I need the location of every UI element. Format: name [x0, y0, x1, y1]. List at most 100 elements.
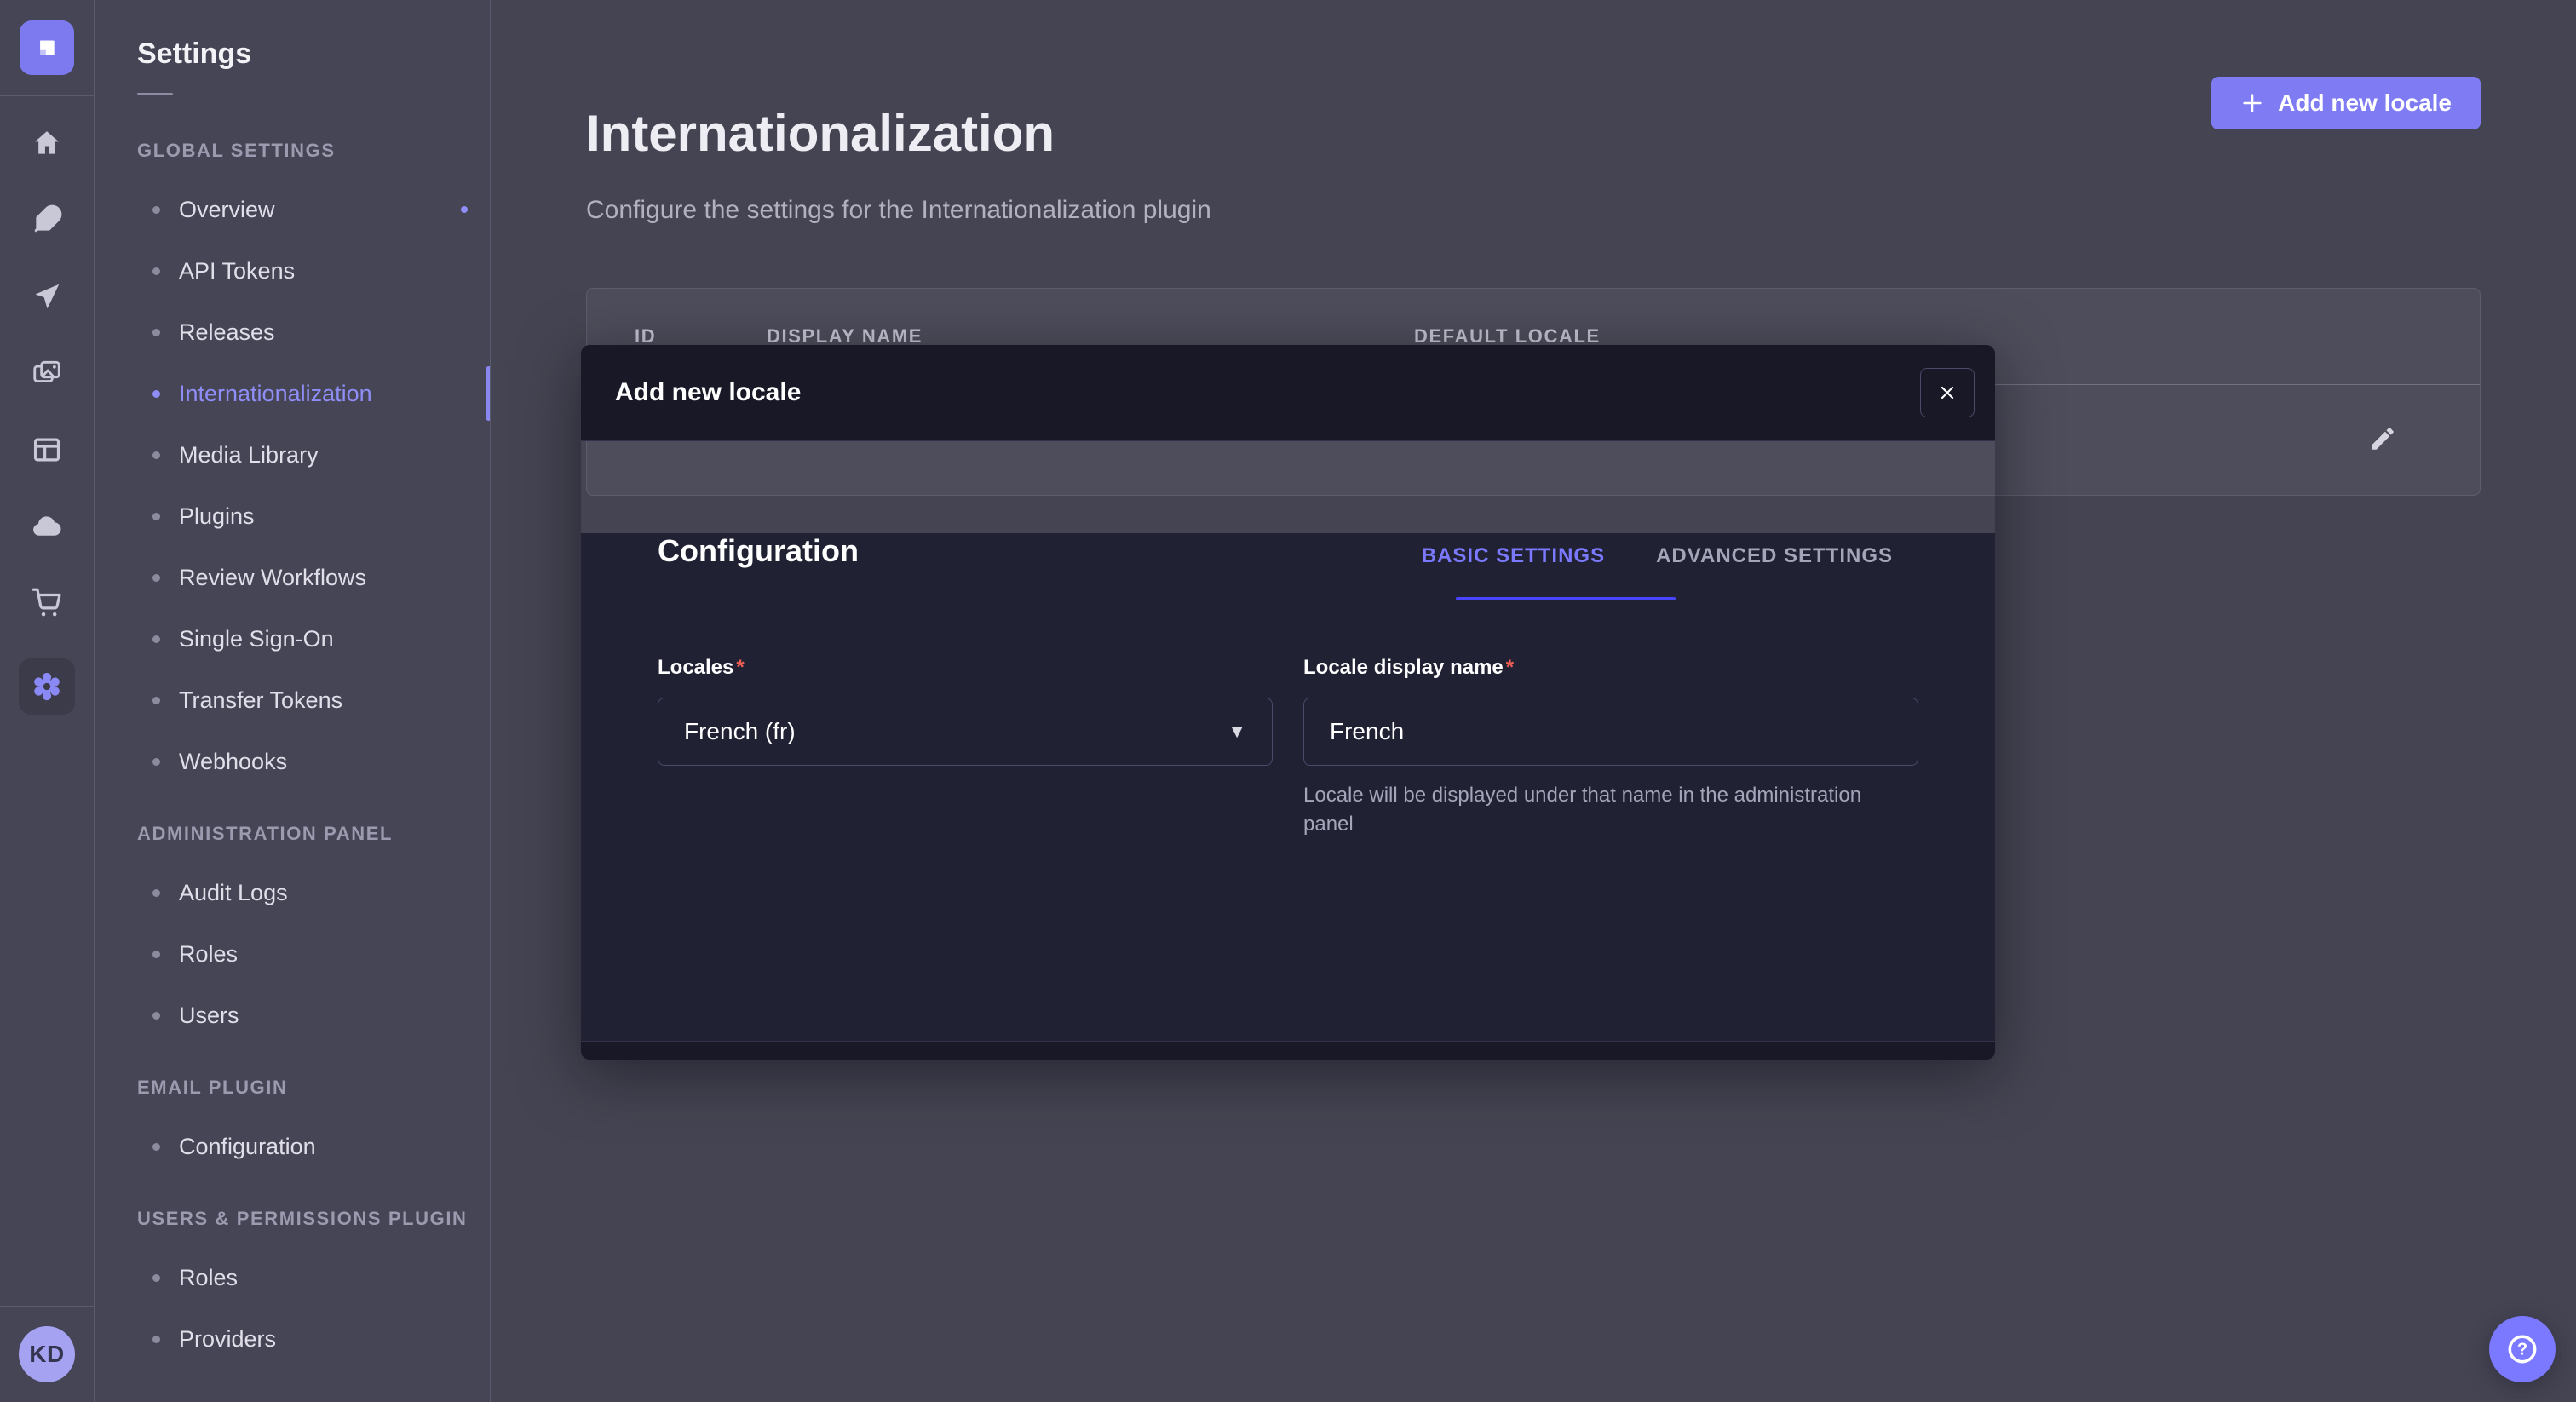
display-name-input-value: French [1330, 718, 1404, 745]
section-administration-panel: ADMINISTRATION PANEL [137, 823, 490, 845]
close-icon [1937, 382, 1958, 403]
sidebar-item-webhooks[interactable]: Webhooks [95, 731, 490, 792]
sidebar-item-label: Plugins [179, 503, 255, 530]
add-new-locale-button[interactable]: Add new locale [2211, 77, 2481, 129]
sidebar-item-label: Roles [179, 941, 238, 968]
tab-advanced-settings[interactable]: ADVANCED SETTINGS [1630, 543, 1918, 569]
sidebar-item-label: Webhooks [179, 749, 287, 775]
locales-select[interactable]: French (fr) ▼ [658, 698, 1273, 766]
required-asterisk: * [1506, 656, 1514, 679]
modal-footer: Cancel Save [581, 1041, 1995, 1060]
sidebar-item-label: Review Workflows [179, 565, 366, 591]
locales-select-value: French (fr) [684, 718, 796, 745]
sidebar-item-audit-logs[interactable]: Audit Logs [95, 862, 490, 923]
bullet-icon [152, 1143, 160, 1151]
pencil-icon [2368, 424, 2397, 453]
bullet-icon [152, 574, 160, 582]
bullet-icon [152, 206, 160, 214]
settings-tabs: BASIC SETTINGS ADVANCED SETTINGS [1396, 543, 1918, 569]
sidebar-item-api-tokens[interactable]: API Tokens [95, 240, 490, 302]
help-button[interactable]: ? [2489, 1316, 2556, 1382]
cloud-icon[interactable] [31, 510, 63, 543]
bullet-icon [152, 697, 160, 704]
add-new-locale-label: Add new locale [2278, 89, 2452, 117]
sidebar-title: Settings [137, 37, 490, 71]
modal-header: Add new locale [581, 345, 1995, 441]
question-mark-icon: ? [2504, 1331, 2540, 1367]
bullet-icon [152, 451, 160, 459]
bullet-icon [152, 889, 160, 897]
active-indicator-bar [486, 366, 490, 421]
sidebar-item-up-roles[interactable]: Roles [95, 1247, 490, 1308]
display-name-input[interactable]: French [1303, 698, 1918, 766]
gear-icon [30, 669, 64, 704]
bullet-icon [152, 951, 160, 958]
display-name-hint: Locale will be displayed under that name… [1303, 781, 1866, 839]
settings-sidebar: Settings GLOBAL SETTINGS Overview API To… [95, 0, 491, 1402]
marketplace-cart-icon[interactable] [31, 587, 63, 619]
configuration-section-title: Configuration [658, 533, 859, 569]
modal-close-button[interactable] [1920, 368, 1975, 417]
sidebar-item-label: Overview [179, 197, 275, 223]
section-email-plugin: EMAIL PLUGIN [137, 1077, 490, 1099]
svg-text:?: ? [2517, 1341, 2527, 1359]
sidebar-item-label: Media Library [179, 442, 319, 468]
sidebar-item-label: Users [179, 1003, 239, 1029]
main-nav-rail: KD [0, 0, 95, 1402]
sidebar-item-label: API Tokens [179, 258, 295, 284]
sidebar-item-plugins[interactable]: Plugins [95, 486, 490, 547]
bullet-icon [152, 513, 160, 520]
bullet-icon [152, 635, 160, 643]
workspace-logo-box[interactable] [0, 0, 94, 96]
bullet-icon [152, 1274, 160, 1282]
sidebar-title-underline [137, 93, 173, 95]
sidebar-item-admin-roles[interactable]: Roles [95, 923, 490, 985]
required-asterisk: * [736, 656, 744, 679]
display-name-field-label: Locale display name* [1303, 655, 1918, 681]
sidebar-item-transfer-tokens[interactable]: Transfer Tokens [95, 669, 490, 731]
sidebar-item-media-library[interactable]: Media Library [95, 424, 490, 486]
section-global-settings: GLOBAL SETTINGS [137, 140, 490, 162]
strapi-logo-icon [20, 20, 74, 75]
sidebar-item-providers[interactable]: Providers [95, 1308, 490, 1370]
bullet-icon [152, 1336, 160, 1343]
sidebar-item-single-sign-on[interactable]: Single Sign-On [95, 608, 490, 669]
deploy-send-icon[interactable] [31, 280, 63, 313]
bullet-icon [152, 329, 160, 336]
sidebar-item-label: Providers [179, 1326, 276, 1353]
rail-footer: KD [0, 1306, 94, 1402]
sidebar-item-label: Single Sign-On [179, 626, 334, 652]
sidebar-item-email-configuration[interactable]: Configuration [95, 1116, 490, 1177]
sidebar-item-internationalization[interactable]: Internationalization [95, 363, 490, 424]
sidebar-item-label: Audit Logs [179, 880, 288, 906]
sidebar-item-label: Releases [179, 319, 275, 346]
sidebar-item-label: Configuration [179, 1134, 316, 1160]
sidebar-item-users[interactable]: Users [95, 985, 490, 1046]
tab-basic-settings[interactable]: BASIC SETTINGS [1396, 543, 1630, 569]
notification-dot-icon [461, 206, 468, 213]
media-library-icon[interactable] [31, 357, 63, 389]
sidebar-item-overview[interactable]: Overview [95, 179, 490, 240]
bullet-icon [152, 267, 160, 275]
page-title: Internationalization [586, 106, 1211, 162]
home-icon[interactable] [31, 127, 63, 159]
sidebar-item-review-workflows[interactable]: Review Workflows [95, 547, 490, 608]
active-tab-underline [1456, 597, 1676, 600]
page-header: Internationalization Configure the setti… [586, 72, 2481, 225]
page-subtitle: Configure the settings for the Internati… [586, 196, 1211, 225]
bullet-icon [152, 758, 160, 766]
user-avatar[interactable]: KD [19, 1326, 75, 1382]
plus-icon [2240, 91, 2264, 115]
edit-locale-button[interactable] [2366, 423, 2400, 457]
add-locale-modal: Add new locale Configuration BASIC SETTI… [581, 345, 1995, 1060]
sidebar-item-releases[interactable]: Releases [95, 302, 490, 363]
chevron-down-icon: ▼ [1228, 722, 1246, 741]
settings-nav-active[interactable] [19, 658, 75, 715]
sidebar-item-label: Roles [179, 1265, 238, 1291]
bullet-icon [152, 1012, 160, 1020]
modal-body: Configuration BASIC SETTINGS ADVANCED SE… [581, 533, 1995, 1041]
content-manager-layout-icon[interactable] [31, 434, 63, 466]
bullet-icon [152, 390, 160, 398]
content-builder-feather-icon[interactable] [31, 204, 63, 236]
section-users-permissions-plugin: USERS & PERMISSIONS PLUGIN [137, 1208, 490, 1230]
